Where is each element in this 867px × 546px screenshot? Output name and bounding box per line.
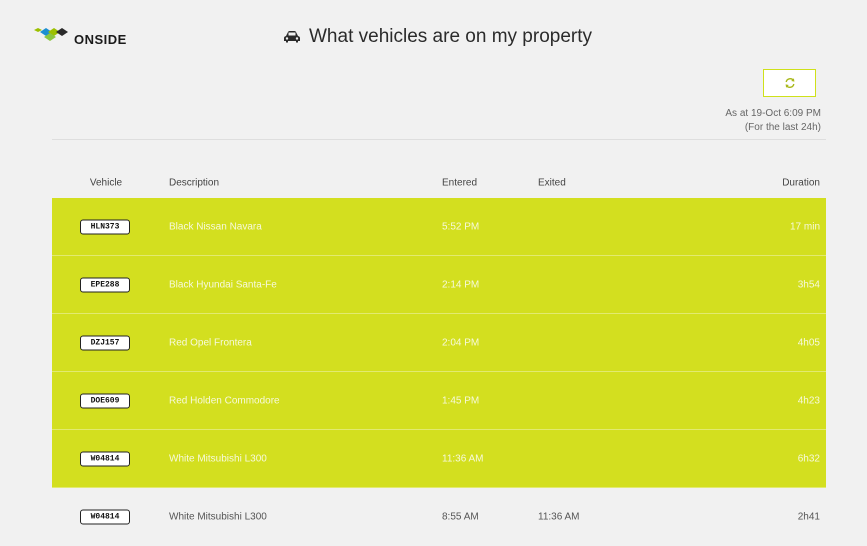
table-row[interactable]: DOE609 Red Holden Commodore 1:45 PM 4h23 (52, 372, 826, 430)
car-icon (284, 31, 300, 43)
refresh-icon (785, 78, 794, 88)
vehicle-description: White Mitsubishi L300 (169, 453, 267, 464)
duration: 3h54 (797, 279, 820, 290)
duration: 17 min (789, 221, 820, 232)
duration: 2h41 (797, 511, 820, 523)
page-title: What vehicles are on my property (283, 26, 592, 48)
column-header-exited: Exited (538, 177, 566, 189)
plate-badge: W04814 (80, 451, 130, 466)
vehicle-description: Red Holden Commodore (169, 395, 280, 406)
entered-time: 8:55 AM (442, 511, 479, 523)
plate-badge: DOE609 (80, 393, 130, 408)
vehicle-description: Red Opel Frontera (169, 337, 252, 348)
duration: 4h23 (797, 395, 820, 406)
plate-badge: W04814 (80, 509, 130, 525)
onside-logo: ONSIDE (34, 24, 144, 50)
column-header-description: Description (169, 177, 220, 189)
entered-time: 2:04 PM (442, 337, 480, 348)
table-row[interactable]: W04814 White Mitsubishi L300 8:55 AM 11:… (52, 488, 826, 546)
table-row[interactable]: DZJ157 Red Opel Frontera 2:04 PM 4h05 (52, 314, 826, 372)
table-row[interactable]: W04814 White Mitsubishi L300 11:36 AM 6h… (52, 430, 826, 488)
column-header-entered: Entered (442, 177, 478, 189)
table-row[interactable]: EPE288 Black Hyundai Santa-Fe 2:14 PM 3h… (52, 256, 826, 314)
entered-time: 5:52 PM (442, 221, 480, 232)
duration: 6h32 (797, 453, 820, 464)
onside-logo-text: ONSIDE (74, 32, 127, 47)
column-header-vehicle: Vehicle (89, 177, 123, 189)
vehicle-description: Black Hyundai Santa-Fe (169, 279, 277, 290)
header-divider (52, 139, 826, 140)
period-text: (For the last 24h) (744, 122, 821, 133)
entered-time: 1:45 PM (442, 395, 480, 406)
vehicle-description: White Mitsubishi L300 (169, 511, 267, 523)
status-timestamp: As at 19-Oct 6:09 PM (For the last 24h) (725, 107, 821, 135)
onside-logo-mark (34, 28, 68, 41)
vehicles-table: Vehicle Description Entered Exited Durat… (52, 168, 826, 546)
entered-time: 2:14 PM (442, 279, 480, 290)
as-at-text: As at 19-Oct 6:09 PM (725, 108, 821, 119)
column-header-duration: Duration (782, 177, 820, 189)
table-header: Vehicle Description Entered Exited Durat… (52, 168, 826, 198)
page-title-text: What vehicles are on my property (309, 26, 593, 47)
plate-badge: EPE288 (80, 277, 130, 292)
plate-badge: HLN373 (80, 219, 130, 234)
plate-badge: DZJ157 (80, 335, 130, 350)
table-row[interactable]: HLN373 Black Nissan Navara 5:52 PM 17 mi… (52, 198, 826, 256)
duration: 4h05 (797, 337, 820, 348)
entered-time: 11:36 AM (442, 453, 484, 464)
exited-time: 11:36 AM (538, 511, 580, 523)
refresh-button[interactable] (763, 69, 816, 97)
vehicle-description: Black Nissan Navara (169, 221, 262, 232)
